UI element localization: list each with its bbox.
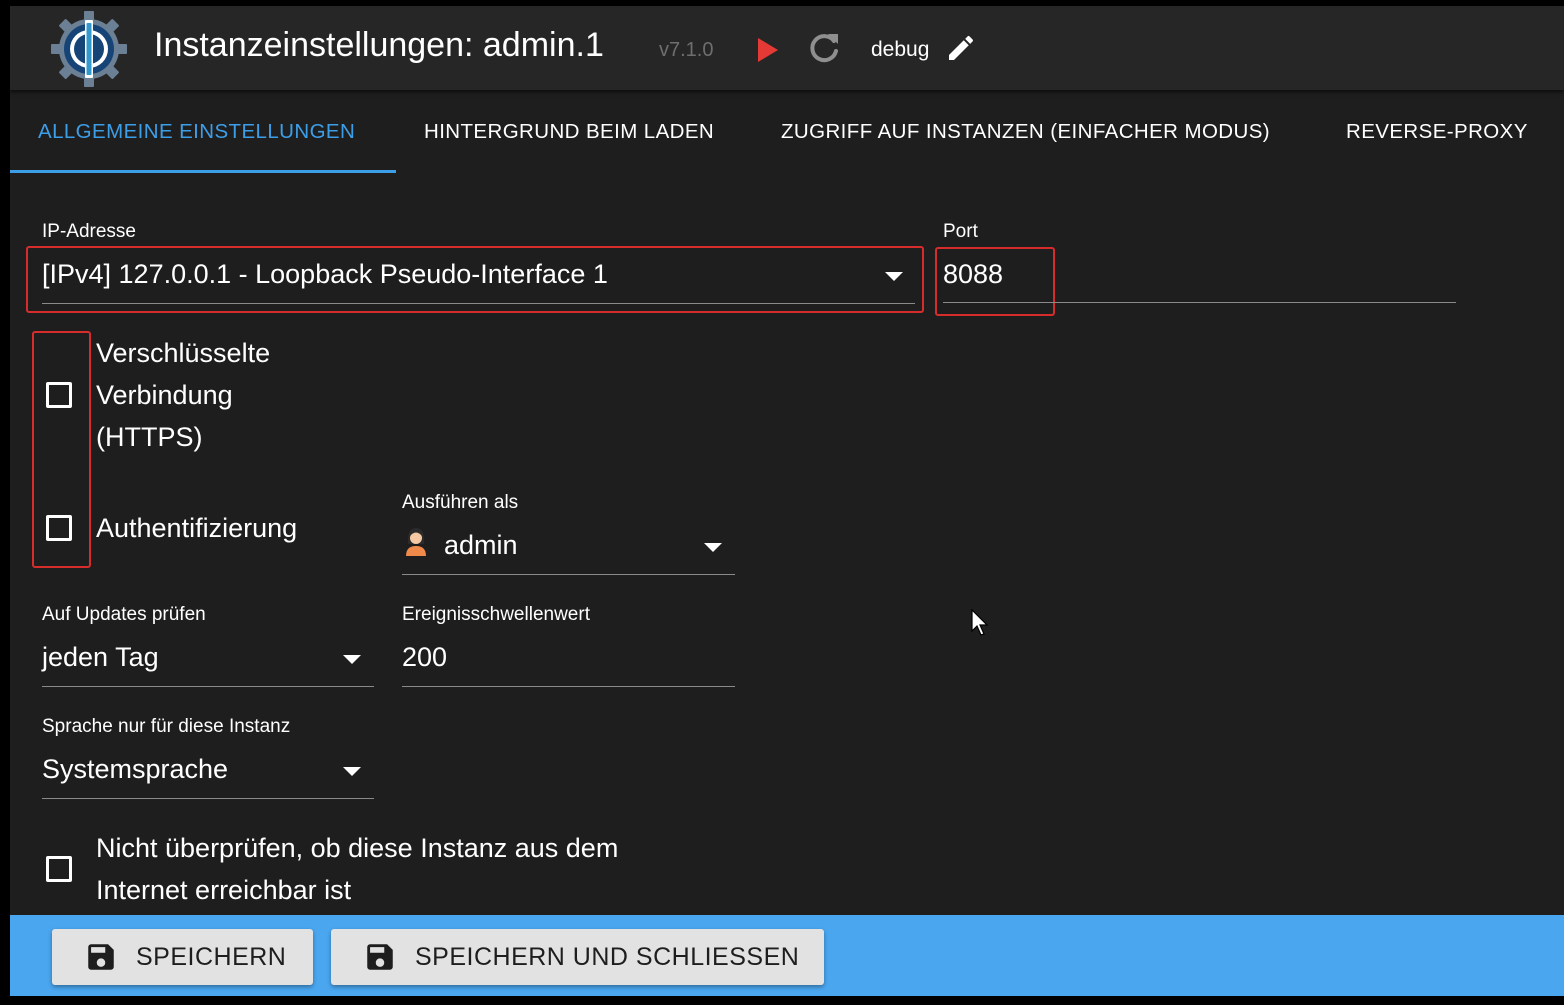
floppy-disk-icon bbox=[88, 944, 114, 970]
page-title: Instanzeinstellungen: admin.1 bbox=[154, 26, 604, 64]
tab-hintergrund-beim-laden[interactable]: HINTERGRUND BEIM LADEN bbox=[424, 120, 714, 144]
port-label: Port bbox=[943, 221, 978, 242]
updates-label: Auf Updates prüfen bbox=[42, 604, 206, 625]
tab-reverse-proxy[interactable]: REVERSE-PROXY bbox=[1346, 120, 1528, 144]
run-as-dropdown-caret-icon[interactable] bbox=[704, 543, 722, 552]
run-as-select[interactable]: admin bbox=[444, 530, 518, 561]
https-label-line-1: Verschlüsselte bbox=[96, 338, 271, 368]
threshold-label: Ereignisschwellenwert bbox=[402, 604, 590, 625]
https-label-line-2: Verbindung bbox=[96, 380, 233, 410]
tab-bar: ALLGEMEINE EINSTELLUNGEN HINTERGRUND BEI… bbox=[10, 90, 1564, 174]
version-label: v7.1.0 bbox=[659, 39, 714, 61]
language-select[interactable]: Systemsprache bbox=[42, 754, 228, 785]
no-internet-check-label: Nicht überprüfen, ob diese Instanz aus d… bbox=[96, 827, 618, 911]
no-check-label-line-1: Nicht überprüfen, ob diese Instanz aus d… bbox=[96, 833, 619, 863]
edit-icon[interactable] bbox=[945, 32, 977, 64]
play-icon[interactable] bbox=[756, 36, 780, 64]
iobroker-logo-icon bbox=[51, 11, 127, 87]
floppy-disk-icon bbox=[367, 944, 393, 970]
https-checkbox-label: Verschlüsselte Verbindung (HTTPS) bbox=[96, 332, 270, 458]
run-as-underline bbox=[402, 574, 735, 575]
updates-dropdown-caret-icon[interactable] bbox=[343, 655, 361, 664]
run-as-label: Ausführen als bbox=[402, 492, 519, 513]
port-input[interactable]: 8088 bbox=[943, 259, 1003, 290]
ip-address-label: IP-Adresse bbox=[42, 221, 136, 242]
save-button-label: SPEICHERN bbox=[136, 943, 287, 971]
save-and-close-button[interactable]: SPEICHERN UND SCHLIESSEN bbox=[331, 929, 824, 985]
save-and-close-button-label: SPEICHERN UND SCHLIESSEN bbox=[415, 943, 800, 971]
language-dropdown-caret-icon[interactable] bbox=[343, 767, 361, 776]
language-underline bbox=[42, 798, 374, 799]
authentication-label: Authentifizierung bbox=[96, 513, 298, 543]
authentication-checkbox[interactable] bbox=[46, 515, 72, 541]
language-label: Sprache nur für diese Instanz bbox=[42, 716, 291, 737]
ip-address-underline bbox=[42, 303, 915, 304]
port-underline bbox=[943, 302, 1456, 303]
active-tab-indicator bbox=[10, 170, 396, 173]
user-avatar-icon bbox=[406, 528, 426, 556]
threshold-input[interactable]: 200 bbox=[402, 642, 447, 673]
https-checkbox[interactable] bbox=[46, 382, 72, 408]
tab-allgemeine-einstellungen[interactable]: ALLGEMEINE EINSTELLUNGEN bbox=[38, 120, 355, 144]
tab-zugriff-auf-instanzen[interactable]: ZUGRIFF AUF INSTANZEN (EINFACHER MODUS) bbox=[781, 120, 1270, 144]
no-check-label-line-2: Internet erreichbar ist bbox=[96, 875, 352, 905]
log-level-label[interactable]: debug bbox=[871, 38, 929, 62]
threshold-underline bbox=[402, 686, 735, 687]
no-internet-check-checkbox[interactable] bbox=[46, 856, 72, 882]
https-label-line-3: (HTTPS) bbox=[96, 422, 203, 452]
dialog-footer: SPEICHERN SPEICHERN UND SCHLIESSEN bbox=[10, 915, 1564, 996]
save-button[interactable]: SPEICHERN bbox=[52, 929, 313, 985]
instance-settings-dialog: Instanzeinstellungen: admin.1 v7.1.0 deb… bbox=[10, 6, 1564, 996]
updates-underline bbox=[42, 686, 374, 687]
refresh-icon[interactable] bbox=[807, 30, 841, 66]
ip-address-select[interactable]: [IPv4] 127.0.0.1 - Loopback Pseudo-Inter… bbox=[42, 259, 608, 290]
ip-dropdown-caret-icon[interactable] bbox=[885, 272, 903, 281]
dialog-header: Instanzeinstellungen: admin.1 v7.1.0 deb… bbox=[10, 6, 1564, 90]
updates-select[interactable]: jeden Tag bbox=[42, 642, 159, 673]
mouse-cursor-icon bbox=[971, 609, 989, 636]
